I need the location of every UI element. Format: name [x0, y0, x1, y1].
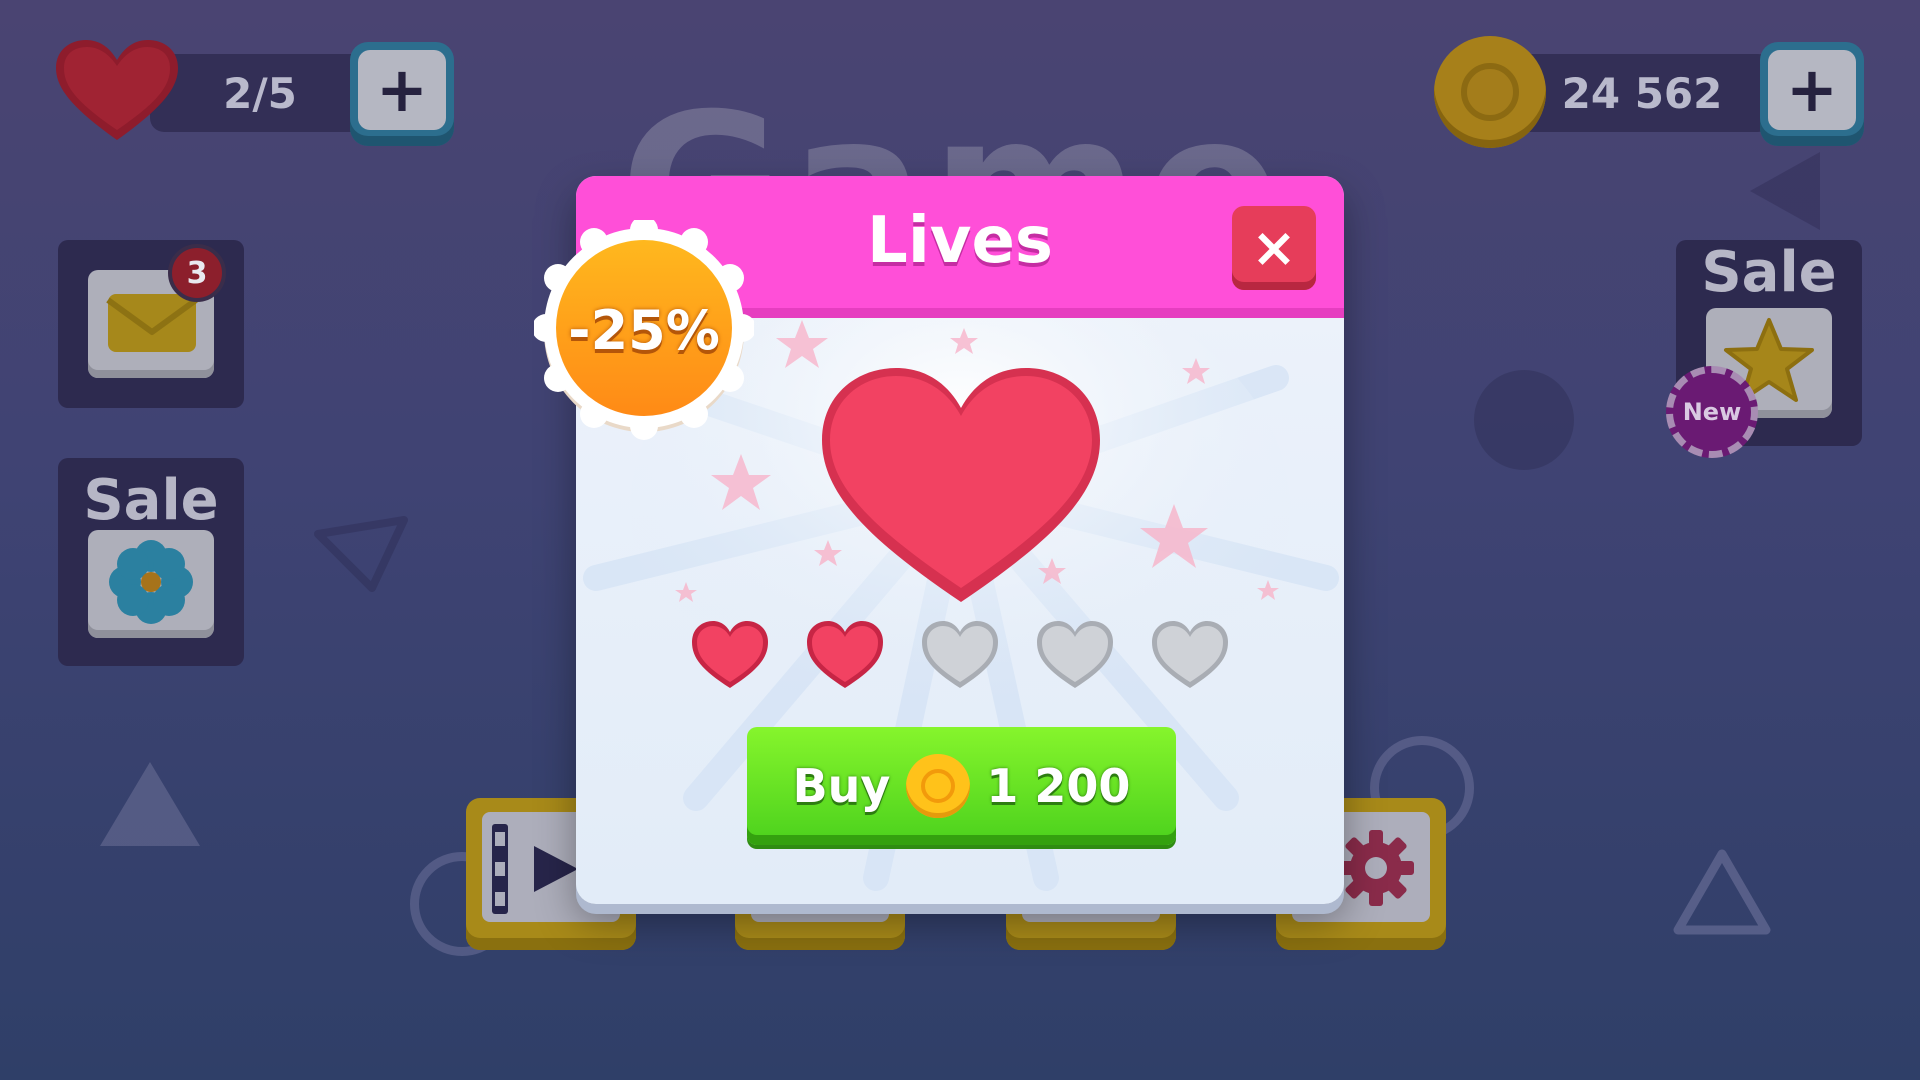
new-badge: New: [1666, 366, 1758, 458]
close-button[interactable]: ×: [1232, 206, 1316, 290]
close-icon: ×: [1251, 216, 1297, 279]
coins-counter: 24 562: [1512, 54, 1772, 132]
dot-decoration: [1474, 370, 1574, 470]
plus-icon: +: [358, 50, 446, 130]
mail-button[interactable]: 3: [58, 240, 244, 408]
life-heart-empty-icon: [1037, 621, 1113, 688]
lives-row: [690, 618, 1230, 698]
envelope-icon: [106, 294, 198, 352]
coin-icon: [1434, 36, 1546, 148]
gear-icon: [1338, 830, 1414, 906]
life-heart-empty-icon: [1152, 621, 1228, 688]
life-heart-full-icon: [807, 621, 883, 688]
left-sale-button[interactable]: Sale: [58, 458, 244, 666]
add-coins-button[interactable]: +: [1760, 42, 1864, 146]
buy-label: Buy: [792, 759, 891, 813]
price-label: 1 200: [986, 759, 1131, 813]
life-heart-full-icon: [692, 621, 768, 688]
coins-value: 24 562: [1561, 68, 1723, 118]
discount-label: -25%: [568, 298, 720, 362]
triangle-outline-decoration: [1673, 849, 1771, 935]
add-lives-button[interactable]: +: [350, 42, 454, 146]
life-heart-empty-icon: [922, 621, 998, 688]
lives-value: 2/5: [223, 68, 297, 118]
sale-label: Sale: [1701, 240, 1837, 305]
lives-counter: 2/5: [150, 54, 370, 132]
triangle-decoration: [314, 516, 408, 592]
heart-icon: [56, 40, 178, 140]
buy-button[interactable]: Buy 1 200: [747, 727, 1176, 845]
mail-count-badge: 3: [168, 244, 226, 302]
sale-label: Sale: [83, 468, 219, 533]
triangle-decoration: [100, 762, 200, 846]
plus-icon: +: [1768, 50, 1856, 130]
flower-icon: [109, 540, 193, 624]
discount-badge: -25%: [532, 216, 756, 440]
big-heart-icon: [822, 368, 1100, 602]
coin-icon: [906, 754, 971, 818]
sale-tile: [88, 530, 214, 638]
play-triangle-decoration: [1750, 152, 1820, 230]
